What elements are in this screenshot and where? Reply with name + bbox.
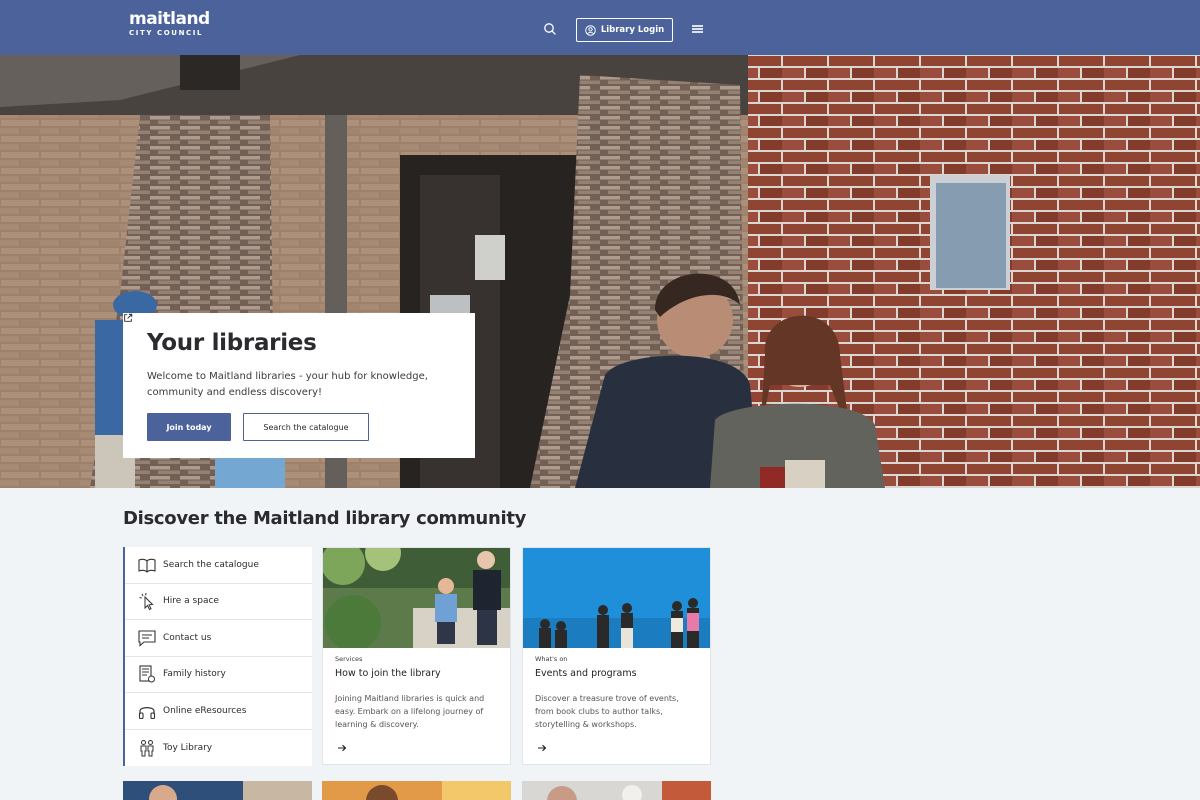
quick-link-eresources[interactable]: Online eResources — [125, 693, 312, 730]
library-login-label: Library Login — [600, 25, 665, 35]
quick-link-search-catalogue[interactable]: Search the catalogue — [125, 547, 312, 584]
quick-link-label: Contact us — [163, 632, 212, 643]
hero-actions: Join today Search the catalogue — [123, 313, 451, 441]
library-login-button[interactable]: Library Login — [576, 18, 673, 42]
logo-subtitle: CITY COUNCIL — [129, 29, 204, 37]
search-catalogue-button[interactable]: Search the catalogue — [124, 313, 369, 441]
card-image — [323, 548, 510, 648]
search-icon — [544, 23, 556, 35]
maitland-logo[interactable]: maitland CITY COUNCIL — [129, 11, 210, 38]
quick-link-contact[interactable]: Contact us — [125, 620, 312, 657]
quick-link-label: Hire a space — [163, 596, 219, 607]
card-category: What's on — [535, 655, 568, 663]
card-image-partial — [322, 781, 511, 800]
hero-card: Your libraries Welcome to Maitland libra… — [123, 313, 475, 458]
quick-link-label: Search the catalogue — [163, 559, 259, 570]
card-image-partial — [522, 781, 711, 800]
menu-button[interactable] — [692, 25, 703, 33]
quick-link-label: Family history — [163, 669, 226, 680]
book-icon — [138, 558, 156, 573]
quick-link-toy-library[interactable]: Toy Library — [125, 730, 312, 767]
quick-link-label: Online eResources — [163, 705, 247, 716]
external-link-icon — [124, 313, 133, 322]
arrow-right-icon — [538, 744, 547, 752]
card-title: Events and programs — [535, 668, 637, 679]
site-header: maitland CITY COUNCIL Library Login — [0, 0, 1200, 55]
pointer-click-icon — [139, 593, 154, 611]
headphones-icon — [138, 706, 156, 719]
quick-links-list: Search the catalogue Hire a space Contac… — [123, 547, 312, 766]
quick-link-hire-space[interactable]: Hire a space — [125, 584, 312, 620]
hero-description: Welcome to Maitland libraries - your hub… — [147, 371, 428, 398]
card-description: Discover a treasure trove of events, fro… — [535, 694, 679, 729]
card-events-programs[interactable]: What's on Events and programs Discover a… — [522, 547, 711, 765]
user-circle-icon — [585, 24, 596, 36]
join-today-button[interactable]: Join today — [123, 313, 231, 441]
join-today-label: Join today — [166, 422, 212, 432]
search-button[interactable] — [542, 21, 558, 37]
card-category: Services — [335, 655, 363, 663]
people-icon — [140, 739, 154, 757]
card-image — [523, 548, 710, 648]
document-hand-icon — [139, 665, 155, 683]
search-catalogue-label: Search the catalogue — [263, 422, 349, 432]
hero-title: Your libraries — [147, 330, 317, 356]
card-title: How to join the library — [335, 668, 441, 679]
logo-wordmark: maitland — [129, 9, 210, 29]
quick-link-label: Toy Library — [163, 742, 213, 753]
card-description: Joining Maitland libraries is quick and … — [335, 694, 485, 729]
discover-heading: Discover the Maitland library community — [123, 508, 527, 529]
quick-link-family-history[interactable]: Family history — [125, 657, 312, 693]
arrow-right-icon — [338, 744, 347, 752]
card-join-library[interactable]: Services How to join the library Joining… — [322, 547, 511, 765]
card-image-partial — [123, 781, 312, 800]
hamburger-icon — [692, 25, 703, 27]
hero-banner: Your libraries Welcome to Maitland libra… — [0, 55, 1200, 488]
chat-icon — [138, 630, 156, 647]
